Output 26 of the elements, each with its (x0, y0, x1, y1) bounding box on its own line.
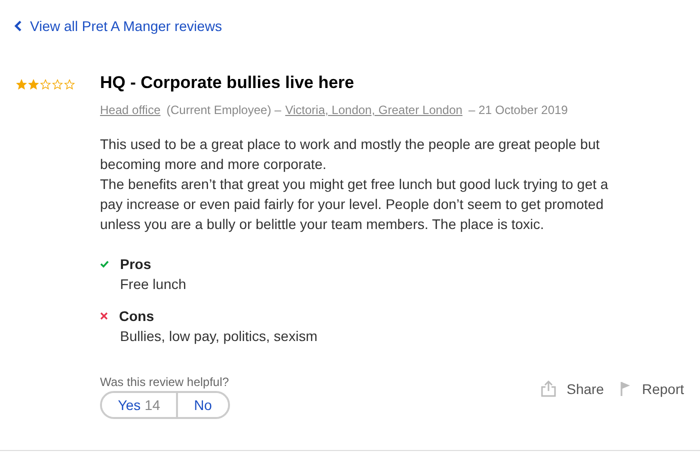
check-icon (100, 260, 109, 268)
share-button[interactable]: Share (540, 380, 604, 397)
chevron-left-icon (14, 20, 22, 32)
cross-icon (100, 312, 108, 320)
star-icon (16, 79, 27, 90)
back-link[interactable]: View all Pret A Manger reviews (14, 18, 222, 34)
star-icon (28, 79, 39, 90)
review-title: HQ - Corporate bullies live here (100, 73, 356, 93)
review-text: This used to be a great place to work and mostly the people are great people but becoming more and more corporate. (100, 135, 601, 174)
section-text: Bullies, low pay, politics, sexism (120, 328, 318, 344)
location-link[interactable]: Victoria, London, Greater London (285, 103, 462, 117)
yes-button[interactable]: Yes 14 (102, 393, 178, 417)
review-text: The benefits aren’t that great you might get free lunch but good luck trying to get a pay increase or even paid fairly for your level. People don’t seem to get promoted unless you are a bully or belittle your team members. The place is toxic. (100, 175, 610, 234)
star-icon (40, 79, 51, 90)
report-button[interactable]: Report (620, 380, 684, 397)
star-icon (64, 79, 75, 90)
section-text: Free lunch (120, 276, 188, 292)
employee-status: (Current Employee) – (166, 103, 282, 117)
flag-icon (620, 381, 631, 396)
section-heading: Cons (119, 308, 154, 324)
job-title-link[interactable]: Head office (100, 103, 160, 117)
section-heading: Pros (120, 256, 152, 272)
helpful-question: Was this review helpful? (100, 375, 230, 389)
star-icon (52, 79, 63, 90)
review-date: – 21 October 2019 (468, 103, 568, 117)
share-icon (540, 380, 556, 397)
